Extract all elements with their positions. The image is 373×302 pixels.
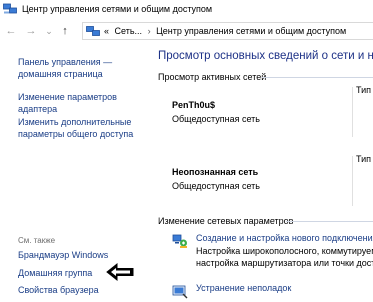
network-center-icon <box>86 26 100 36</box>
network-center-window: Центр управления сетями и общим доступом… <box>0 0 373 302</box>
change-adapter-line2: адаптера <box>18 104 58 114</box>
active-networks-label: Просмотр активных сетей <box>158 72 267 82</box>
troubleshoot-task[interactable]: Устранение неполадок <box>172 283 373 299</box>
control-panel-home-link[interactable]: Панель управления — домашняя страница <box>18 56 112 80</box>
column-divider <box>352 87 353 137</box>
advanced-sharing-line1: Изменить дополнительные <box>18 117 132 127</box>
network-category-link: Общедоступная сеть <box>172 114 260 124</box>
control-panel-home-line1: Панель управления — <box>18 57 113 67</box>
new-connection-link[interactable]: Создание и настройка нового подключения … <box>196 233 373 243</box>
arrow-left-icon[interactable]: ← <box>4 23 18 39</box>
chevron-down-icon[interactable]: ⌄ <box>42 23 56 39</box>
black-arrow-left-icon <box>106 262 134 282</box>
new-connection-desc-line1: Настройка широкополосного, коммутируемог… <box>196 246 373 256</box>
breadcrumb-overflow[interactable]: « <box>104 26 109 36</box>
breadcrumb-separator: › <box>147 26 151 36</box>
network-name: Неопознанная сеть <box>172 167 259 177</box>
advanced-sharing-settings-link[interactable]: Изменить дополнительные параметры общего… <box>18 116 133 140</box>
change-settings-label: Изменение сетевых параметров <box>158 216 294 226</box>
network-setup-icon <box>172 234 187 248</box>
see-also-label: См. также <box>18 236 56 245</box>
windows-firewall-link[interactable]: Брандмауэр Windows <box>18 249 108 261</box>
homegroup-link[interactable]: Домашняя группа <box>18 267 92 279</box>
breadcrumb-item-network[interactable]: Сеть... <box>112 26 143 36</box>
breadcrumb: « Сеть... › Центр управления сетями и об… <box>104 26 346 36</box>
window-title: Центр управления сетями и общим доступом <box>22 4 213 14</box>
column-divider <box>352 156 353 206</box>
control-panel-home-line2: домашняя страница <box>18 69 103 79</box>
section-divider <box>286 221 373 222</box>
arrow-right-icon[interactable]: → <box>24 23 38 39</box>
breadcrumb-item-center[interactable]: Центр управления сетями и общим доступом <box>156 26 346 36</box>
troubleshoot-link[interactable]: Устранение неполадок <box>196 283 291 293</box>
page-title: Просмотр основных сведений о сети и нас <box>158 50 373 62</box>
section-divider <box>262 77 373 78</box>
title-bar: Центр управления сетями и общим доступом <box>0 0 373 19</box>
change-adapter-line1: Изменение параметров <box>18 92 117 102</box>
advanced-sharing-line2: параметры общего доступа <box>18 129 134 139</box>
network-type-column-label: Тип <box>356 154 372 164</box>
troubleshoot-icon <box>172 285 188 299</box>
main-pane: Просмотр основных сведений о сети и нас … <box>150 43 373 302</box>
new-connection-task[interactable]: Создание и настройка нового подключения … <box>172 233 373 273</box>
browser-properties-link[interactable]: Свойства браузера <box>18 284 99 296</box>
new-connection-description: Настройка широкополосного, коммутируемог… <box>196 245 373 269</box>
network-name: PenTh0u$ <box>172 100 216 110</box>
network-category-link: Общедоступная сеть <box>172 181 260 191</box>
address-bar[interactable]: « Сеть... › Центр управления сетями и об… <box>82 22 373 40</box>
navigation-bar: ← → ⌄ ↑ « Сеть... › Центр управления сет… <box>0 19 373 43</box>
network-center-icon <box>3 3 17 14</box>
network-type-column-label: Тип <box>356 85 372 95</box>
arrow-up-icon[interactable]: ↑ <box>58 23 72 39</box>
new-connection-desc-line2: настройка маршрутизатора или точки досту… <box>196 258 373 268</box>
change-adapter-settings-link[interactable]: Изменение параметров адаптера <box>18 91 117 115</box>
